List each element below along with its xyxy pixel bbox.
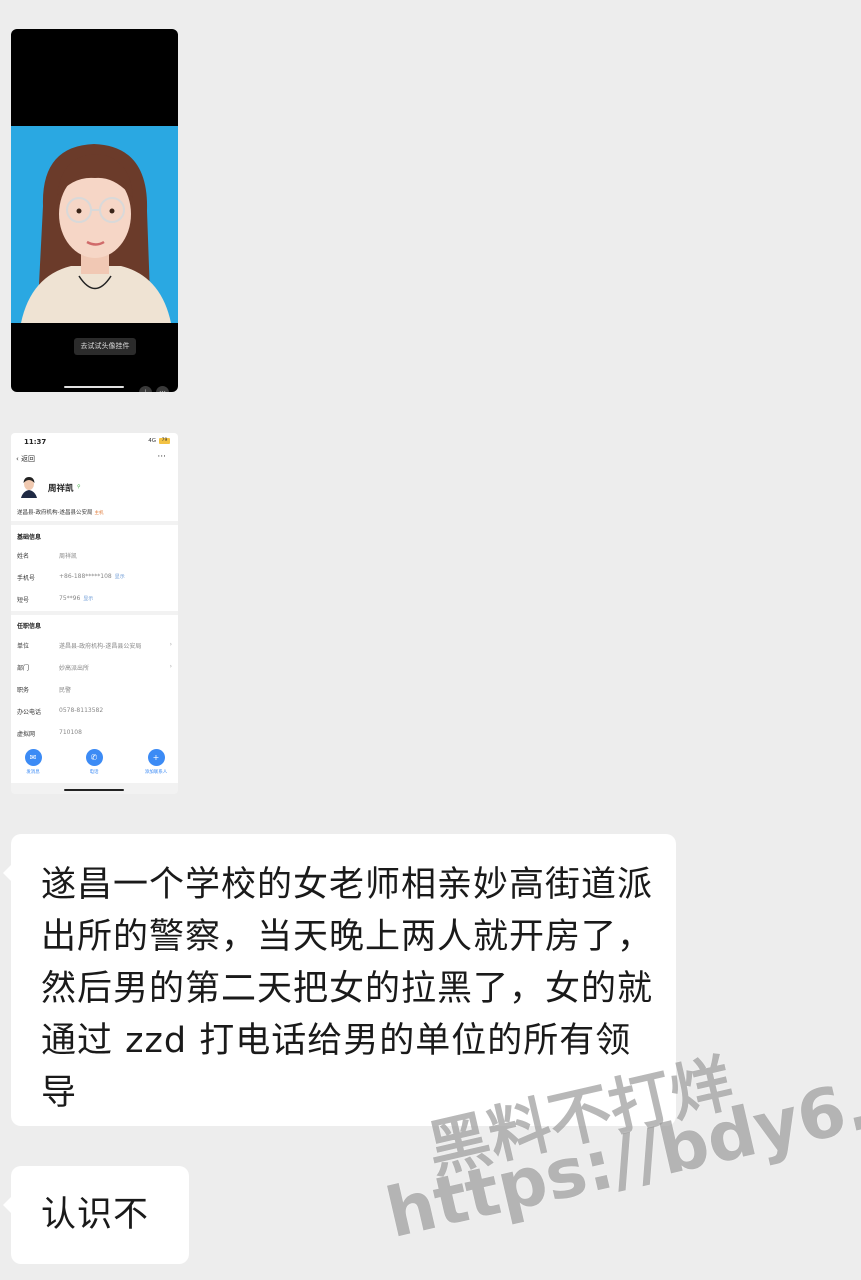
action-label: 添加联系人 (144, 770, 168, 775)
field-value: 遂昌县-政府机构-遂昌县公安局 (59, 643, 142, 650)
avatar (19, 474, 39, 498)
field-label: 职务 (17, 687, 30, 694)
status-time: 11:37 (24, 438, 47, 446)
show-phone-link[interactable]: 显示 (115, 574, 125, 580)
status-bar: 11:37 4G 79 (11, 433, 178, 449)
job-info-title: 任职信息 (17, 623, 42, 630)
portrait-photo (11, 126, 178, 323)
field-label: 虚拟网 (17, 731, 36, 738)
photo-viewer-image[interactable]: 去试试头像挂件 ⤓ ··· (11, 29, 178, 392)
back-label: 返回 (21, 455, 36, 463)
battery-icon: 79 (159, 438, 170, 444)
organization-text: 遂昌县-政府机构-遂昌县公安局 (17, 510, 93, 516)
show-short-number-link[interactable]: 显示 (83, 596, 93, 602)
phone-icon: ✆ (85, 749, 103, 766)
basic-info-section: 基础信息 姓名 周祥凯 手机号 +86-188*****108 显示 短号 75*… (11, 525, 178, 611)
nav-bar: ‹ 返回 ··· (11, 449, 178, 471)
field-label: 短号 (17, 597, 30, 604)
action-bar: ✉ 发消息 ✆ 电话 + 添加联系人 (11, 743, 178, 783)
bubble-tail (3, 864, 12, 882)
send-message-button[interactable]: ✉ 发消息 (13, 749, 53, 775)
basic-info-title: 基础信息 (17, 534, 42, 541)
add-contact-icon: + (147, 749, 165, 766)
bubble-tail (3, 1196, 12, 1214)
add-contact-button[interactable]: + 添加联系人 (136, 749, 176, 775)
avatar-plugin-button[interactable]: 去试试头像挂件 (74, 338, 136, 355)
short-number-value: 75**96 (59, 595, 81, 602)
more-options-icon[interactable]: ··· (157, 452, 166, 462)
home-indicator (64, 789, 124, 791)
field-label: 姓名 (17, 553, 30, 560)
profile-header: 周祥凯 ⚲ 遂昌县-政府机构-遂昌县公安局 主机 (11, 471, 178, 521)
chevron-right-icon[interactable]: › (170, 663, 172, 670)
message-bubble[interactable]: 遂昌一个学校的女老师相亲妙高街道派出所的警察，当天晚上两人就开房了，然后男的第二… (3, 834, 676, 1126)
contact-card-image[interactable]: 11:37 4G 79 ‹ 返回 ··· 周祥凯 ⚲ 遂昌县-政府机构-遂昌县公… (11, 433, 178, 794)
field-value: 710108 (59, 729, 82, 736)
job-info-section: 任职信息 单位 遂昌县-政府机构-遂昌县公安局 › 部门 妙高派出所 › 职务 … (11, 615, 178, 743)
action-label: 电话 (89, 770, 99, 775)
field-value: 75**96 显示 (59, 595, 93, 602)
message-bubble[interactable]: 认识不 (3, 1166, 189, 1264)
home-indicator (64, 386, 124, 388)
organization-path: 遂昌县-政府机构-遂昌县公安局 主机 (17, 508, 103, 516)
action-label: 发消息 (26, 770, 40, 775)
field-value: 0578-8113582 (59, 707, 104, 714)
field-label: 部门 (17, 665, 30, 672)
field-value: 妙高派出所 (59, 665, 90, 672)
field-label: 手机号 (17, 575, 36, 582)
field-value: 周祥凯 (59, 553, 78, 560)
gender-icon: ⚲ (77, 484, 81, 490)
message-text: 遂昌一个学校的女老师相亲妙高街道派出所的警察，当天晚上两人就开房了，然后男的第二… (41, 865, 654, 1113)
chevron-left-icon: ‹ (16, 455, 19, 463)
contact-name: 周祥凯 (48, 484, 74, 494)
download-icon[interactable]: ⤓ (139, 386, 152, 392)
field-value: 民警 (59, 687, 72, 694)
call-button[interactable]: ✆ 电话 (74, 749, 114, 775)
field-label: 单位 (17, 643, 30, 650)
back-button[interactable]: ‹ 返回 (16, 454, 35, 464)
chevron-right-icon[interactable]: › (170, 641, 172, 648)
message-text: 认识不 (41, 1195, 150, 1235)
phone-value: +86-188*****108 (59, 573, 112, 580)
network-indicator: 4G (148, 438, 156, 444)
field-value: +86-188*****108 显示 (59, 573, 125, 580)
field-label: 办公电话 (17, 709, 42, 716)
message-icon: ✉ (24, 749, 42, 766)
org-badge: 主机 (94, 511, 104, 516)
more-icon[interactable]: ··· (156, 386, 169, 392)
